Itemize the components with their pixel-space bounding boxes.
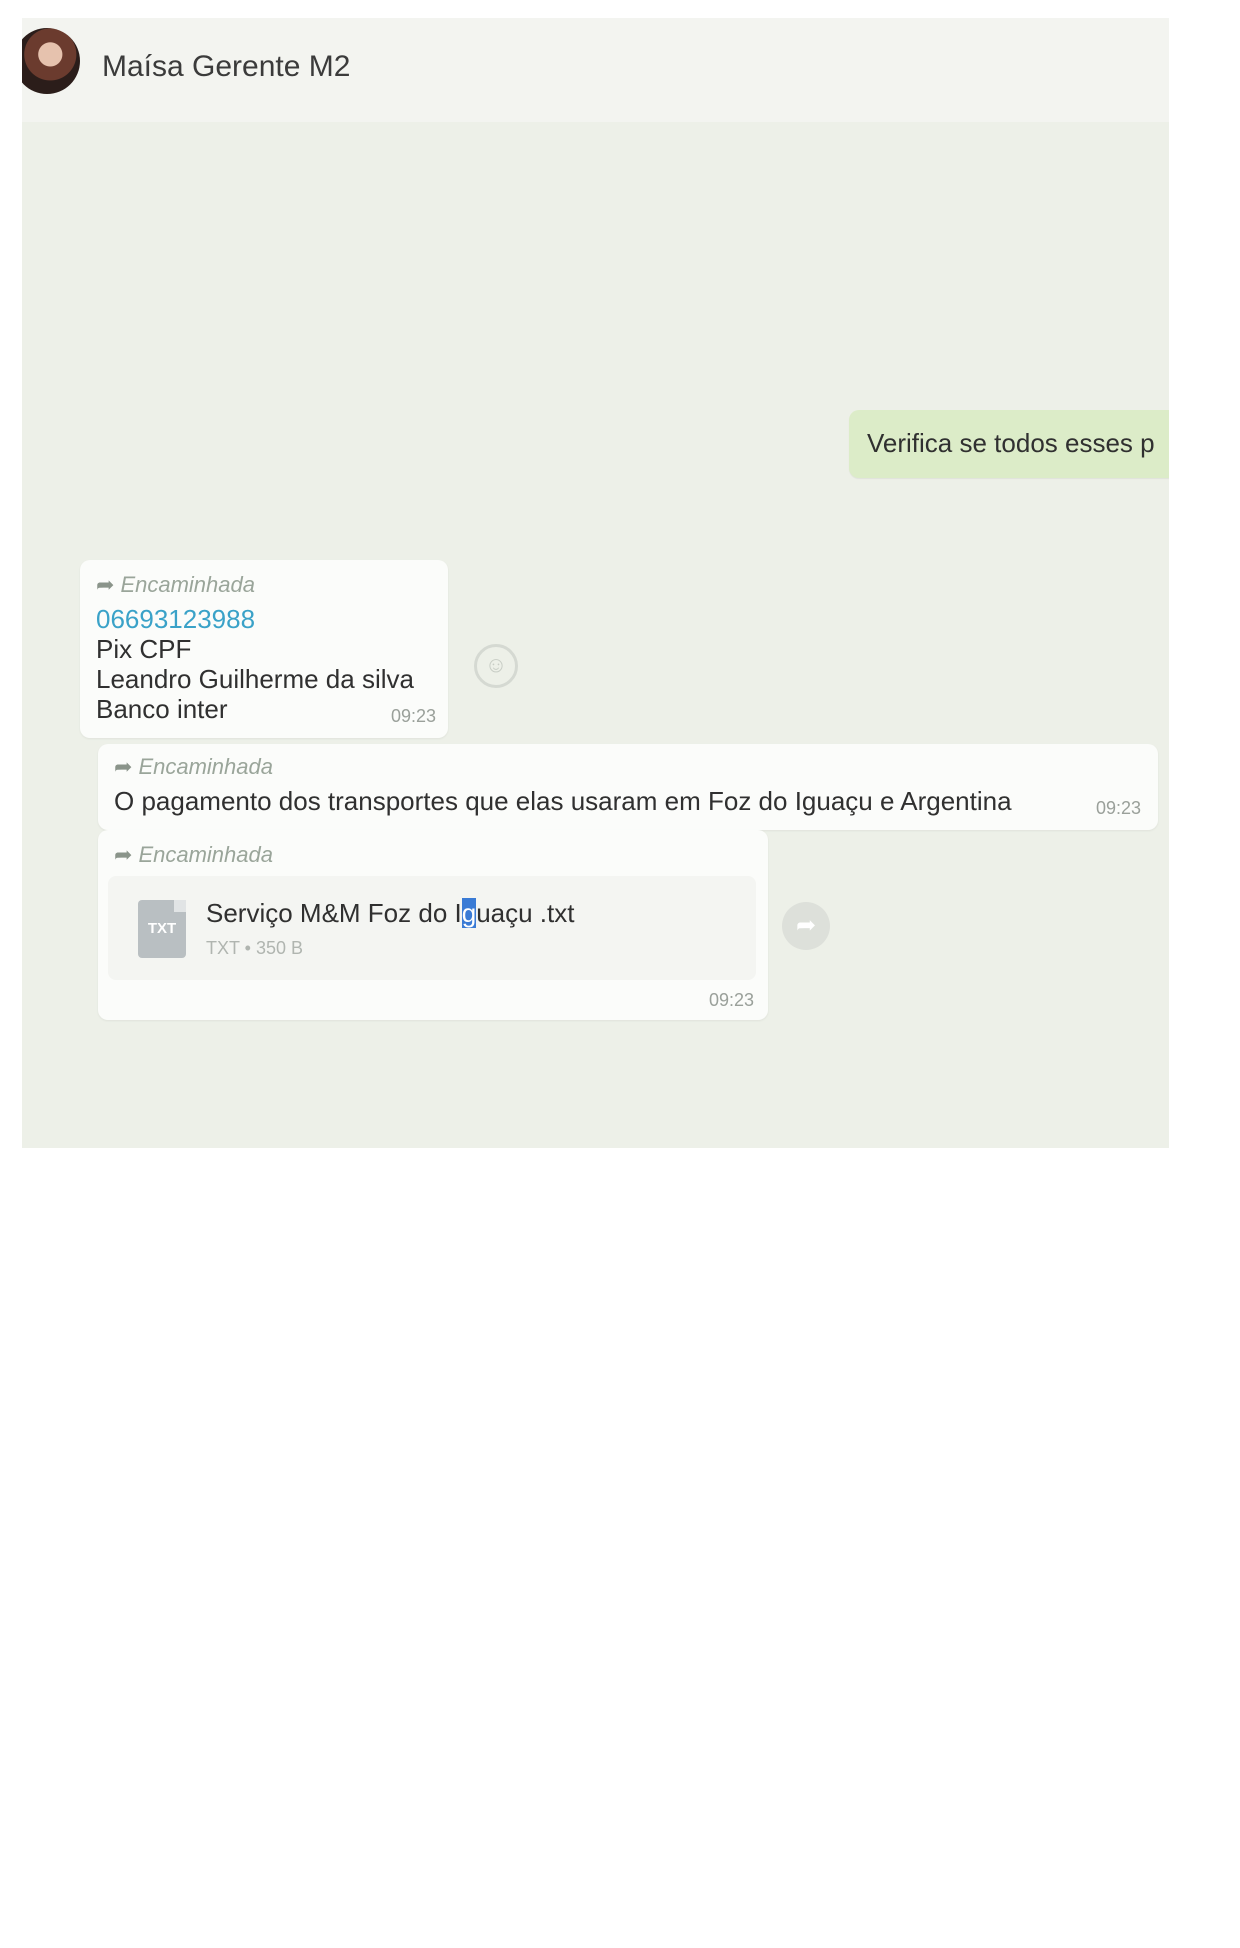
incoming-message[interactable]: ➦ Encaminhada O pagamento dos transporte…	[98, 744, 1158, 830]
emoji-icon[interactable]: ☺	[474, 644, 518, 688]
forward-arrow-icon: ➦	[114, 754, 133, 779]
message-time: 09:23	[1096, 798, 1142, 818]
contact-name[interactable]: Maísa Gerente M2	[102, 50, 350, 84]
file-meta: TXT • 350 B	[206, 938, 304, 958]
incoming-message[interactable]: ➦ Encaminhada 06693123988 Pix CPF Leandr…	[80, 560, 448, 738]
forward-arrow-icon: ➦	[96, 572, 115, 597]
phone-link[interactable]: 06693123988	[96, 604, 255, 635]
forward-arrow-icon: ➦	[114, 842, 133, 867]
text-selection: g	[461, 898, 477, 928]
file-name[interactable]: Serviço M&M Foz do Iguaçu .txt	[206, 898, 574, 929]
message-list: Verifica se todos esses p ➦ Encaminhada …	[22, 122, 1169, 1148]
message-line: Leandro Guilherme da silva	[96, 664, 414, 694]
message-text: Verifica se todos esses p	[867, 428, 1155, 458]
forwarded-label: ➦ Encaminhada	[114, 842, 273, 867]
message-line: Banco inter	[96, 694, 228, 724]
file-attachment[interactable]: TXT Serviço M&M Foz do Iguaçu .txt TXT •…	[108, 876, 756, 980]
file-icon: TXT	[138, 900, 186, 958]
message-line: Pix CPF	[96, 634, 192, 664]
message-time: 09:23	[390, 706, 436, 726]
message-text: O pagamento dos transportes que elas usa…	[114, 786, 1012, 816]
share-icon[interactable]: ➦	[782, 902, 830, 950]
message-time: 09:23	[708, 990, 754, 1010]
chat-header: Maísa Gerente M2	[22, 18, 1169, 122]
chat-window: Maísa Gerente M2 Verifica se todos esses…	[22, 18, 1169, 1148]
forwarded-label: ➦ Encaminhada	[96, 572, 255, 597]
outgoing-message[interactable]: Verifica se todos esses p	[849, 410, 1169, 478]
incoming-file-message[interactable]: ➦ Encaminhada TXT Serviço M&M Foz do Igu…	[98, 830, 768, 1020]
forwarded-label: ➦ Encaminhada	[114, 754, 273, 779]
avatar[interactable]	[22, 28, 80, 94]
